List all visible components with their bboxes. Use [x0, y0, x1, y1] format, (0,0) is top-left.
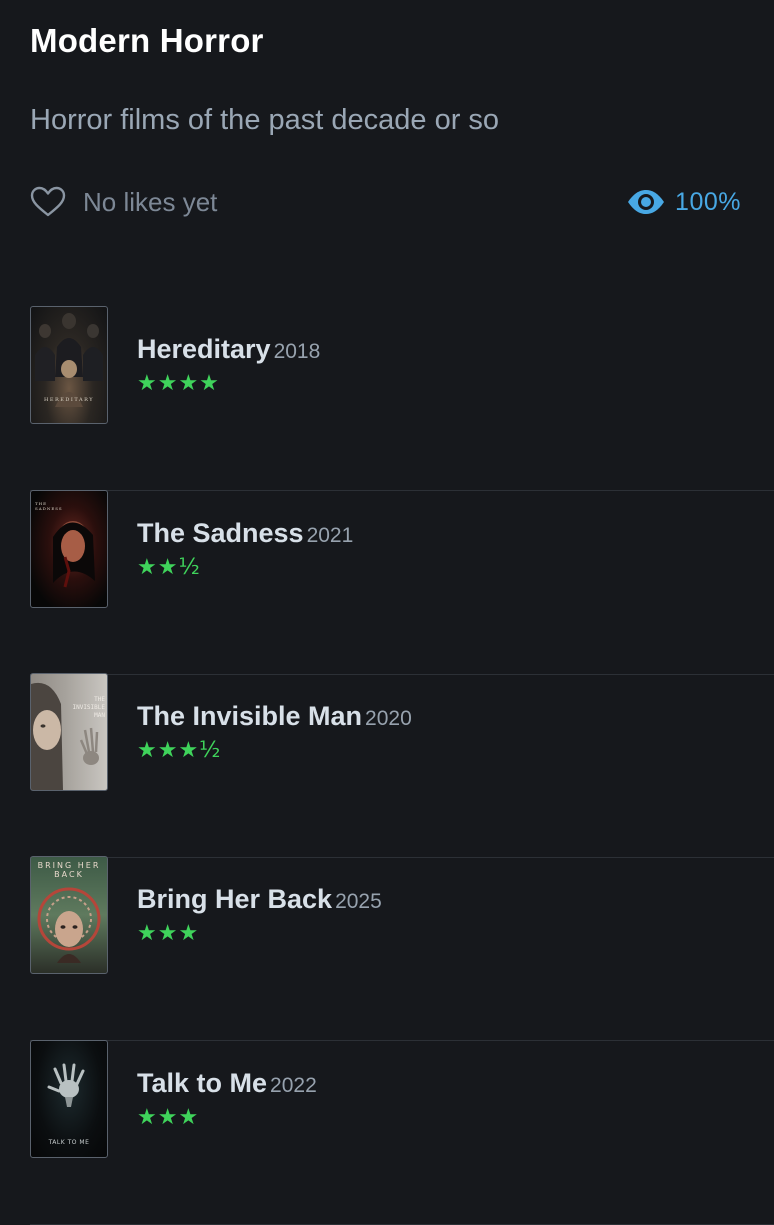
- film-poster[interactable]: THE SADNESS: [30, 490, 108, 608]
- film-poster[interactable]: BRING HER BACK: [30, 856, 108, 974]
- film-year[interactable]: 2021: [307, 524, 354, 547]
- film-poster[interactable]: TALK TO ME: [30, 1040, 108, 1158]
- star-rating: ★★★½: [137, 738, 222, 763]
- film-year[interactable]: 2022: [270, 1074, 317, 1097]
- film-list-item[interactable]: TALK TO ME Talk to Me 2022 ★★★: [30, 1040, 774, 1225]
- likes-count-text: No likes yet: [83, 186, 218, 217]
- poster-title-text: BRING HER BACK: [37, 861, 101, 879]
- watched-progress[interactable]: 100%: [627, 182, 741, 222]
- poster-title-text: TALK TO ME: [48, 1139, 90, 1146]
- eye-icon: [627, 189, 665, 215]
- film-list-item[interactable]: BRING HER BACK Bring Her Back 2025 ★★★: [30, 856, 774, 1041]
- poster-title-text: THE SADNESS: [35, 501, 63, 511]
- star-rating: ★★★★: [137, 371, 220, 396]
- film-poster[interactable]: HEREDITARY: [30, 306, 108, 424]
- film-list-item[interactable]: THE INVISIBLE MAN The Invisible Man 2020 …: [30, 673, 774, 858]
- like-button[interactable]: No likes yet: [30, 182, 217, 222]
- poster-title-text: THE INVISIBLE MAN: [72, 696, 105, 719]
- heart-outline-icon: [30, 186, 66, 218]
- list-title: Modern Horror: [30, 22, 264, 59]
- film-poster[interactable]: THE INVISIBLE MAN: [30, 673, 108, 791]
- film-title[interactable]: The Sadness: [137, 518, 304, 548]
- film-year[interactable]: 2018: [274, 340, 321, 363]
- film-title[interactable]: The Invisible Man: [137, 701, 362, 731]
- star-rating: ★★½: [137, 555, 201, 580]
- film-title[interactable]: Bring Her Back: [137, 884, 332, 914]
- poster-title-text: HEREDITARY: [44, 397, 94, 403]
- film-title[interactable]: Hereditary: [137, 334, 271, 364]
- watched-percentage: 100%: [675, 187, 741, 216]
- film-year[interactable]: 2025: [335, 890, 382, 913]
- star-rating: ★★★: [137, 921, 200, 946]
- list-description: Horror films of the past decade or so: [30, 104, 500, 136]
- film-list-item[interactable]: HEREDITARY Hereditary 2018 ★★★★: [30, 306, 774, 491]
- star-rating: ★★★: [137, 1105, 200, 1130]
- film-title[interactable]: Talk to Me: [137, 1068, 267, 1098]
- film-year[interactable]: 2020: [365, 707, 412, 730]
- film-list-item[interactable]: THE SADNESS The Sadness 2021 ★★½: [30, 490, 774, 675]
